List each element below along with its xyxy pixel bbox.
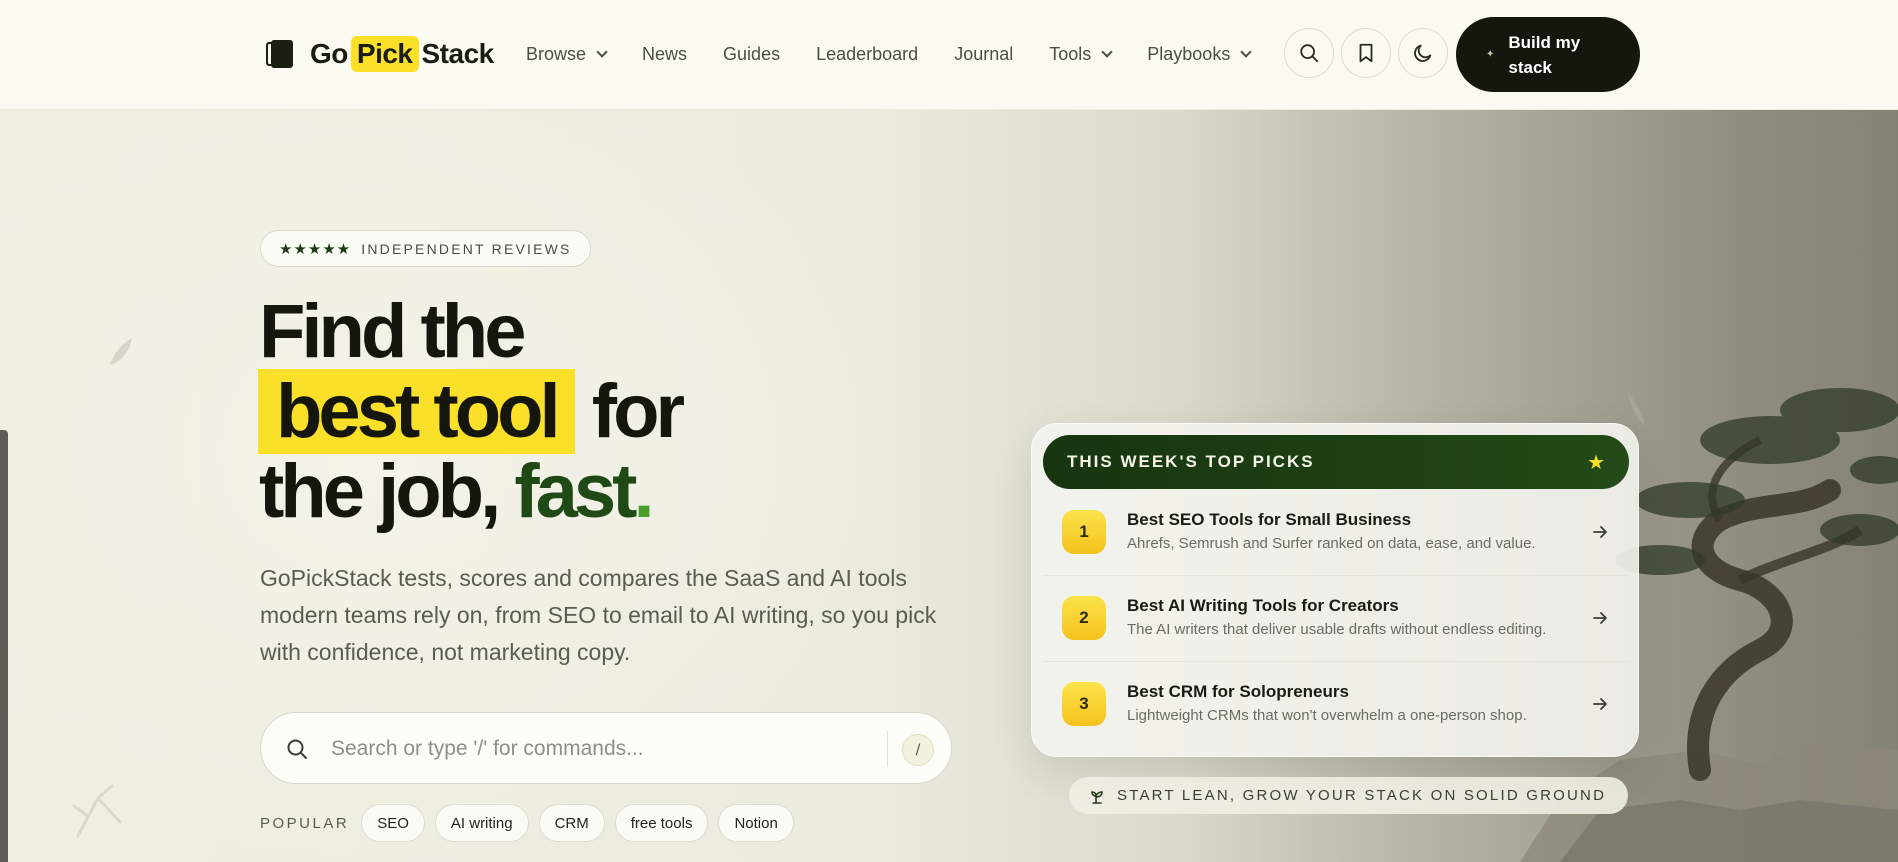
nav-news-label: News: [642, 43, 688, 64]
arrow-right-icon: [1593, 698, 1607, 710]
nav-journal[interactable]: Journal: [954, 44, 1013, 65]
hero-headline: Find the best tool for the job, fast.: [258, 289, 685, 532]
pick-description: Ahrefs, Semrush and Surfer ranked on dat…: [1127, 535, 1536, 552]
nav-guides[interactable]: Guides: [723, 44, 780, 65]
top-picks-card: THIS WEEK'S TOP PICKS ★ 1 Best SEO Tools…: [1031, 423, 1639, 757]
rank-badge: 1: [1062, 510, 1106, 554]
sprout-icon: [1091, 790, 1103, 804]
bookmark-icon: [1359, 43, 1373, 63]
moon-icon: [1414, 44, 1432, 62]
popular-tags: POPULAR SEO AI writing CRM free tools No…: [260, 804, 804, 842]
tagline-pill: START LEAN, GROW YOUR STACK ON SOLID GRO…: [1069, 777, 1629, 814]
search-icon: [1300, 44, 1319, 63]
tagline-text: START LEAN, GROW YOUR STACK ON SOLID GRO…: [1117, 787, 1607, 804]
pick-description: Lightweight CRMs that won't overwhelm a …: [1127, 707, 1527, 724]
star-icon: ★: [1587, 450, 1605, 474]
build-stack-button[interactable]: ✦ Build my stack: [1456, 17, 1640, 92]
nav-journal-label: Journal: [954, 43, 1014, 64]
arrow-right-icon: [1593, 612, 1607, 624]
logo-wordmark: Go Pick Stack: [310, 36, 494, 72]
top-pick-item-2[interactable]: 2 Best AI Writing Tools for Creators The…: [1042, 575, 1630, 661]
search-bar[interactable]: Search or type '/' for commands... /: [260, 712, 952, 784]
search-icon: [287, 739, 307, 759]
headline-dot: .: [633, 449, 654, 534]
nav-tools-label: Tools: [1049, 43, 1092, 64]
pick-title: Best AI Writing Tools for Creators: [1127, 596, 1399, 615]
slash-shortcut-key: /: [902, 734, 934, 766]
hero-lead-paragraph: GoPickStack tests, scores and compares t…: [260, 565, 937, 665]
rank-badge: 3: [1062, 682, 1106, 726]
chevron-down-icon: [596, 45, 608, 58]
arrow-right-icon: [1593, 526, 1607, 538]
logo-part-stack: Stack: [421, 38, 495, 69]
headline-line-1: Find the: [259, 289, 527, 374]
search-button[interactable]: [1284, 28, 1334, 78]
headline-line-3: the job, fast.: [259, 452, 681, 532]
headline-for: for: [591, 369, 685, 454]
star-rating-icon: ★★★★★: [279, 239, 352, 258]
left-scroll-rail[interactable]: [0, 430, 8, 862]
site-header: Go Pick Stack Browse News Guides Leaderb…: [0, 0, 1898, 110]
rank-badge: 2: [1062, 596, 1106, 640]
search-divider: [887, 731, 888, 767]
logo-part-go: Go: [310, 38, 348, 69]
tag-chip-free-tools[interactable]: free tools: [614, 804, 709, 842]
headline-fast: fast: [514, 449, 637, 534]
reviews-badge: ★★★★★ INDEPENDENT REVIEWS: [260, 230, 591, 267]
pick-description: The AI writers that deliver usable draft…: [1127, 621, 1547, 638]
nav-playbooks-label: Playbooks: [1147, 43, 1231, 64]
logo-part-pick: Pick: [350, 36, 419, 72]
bookmark-button[interactable]: [1341, 28, 1391, 78]
build-stack-label: Build my stack: [1508, 32, 1581, 77]
top-pick-item-1[interactable]: 1 Best SEO Tools for Small Business Ahre…: [1042, 489, 1630, 575]
pick-title: Best CRM for Solopreneurs: [1127, 682, 1349, 701]
popular-label: POPULAR: [260, 814, 350, 832]
nav-browse[interactable]: Browse: [526, 43, 608, 65]
headline-line-2: best tool for: [258, 369, 685, 454]
nav-leaderboard[interactable]: Leaderboard: [816, 44, 918, 65]
tag-chip-crm[interactable]: CRM: [538, 804, 605, 842]
headline-the-job: the job,: [259, 449, 501, 534]
logo-icon: [266, 40, 294, 68]
nav-browse-label: Browse: [526, 43, 587, 64]
tag-chip-ai-writing[interactable]: AI writing: [434, 804, 529, 842]
main-nav: Browse News Guides Leaderboard Journal T…: [526, 40, 1286, 68]
theme-toggle-button[interactable]: [1398, 28, 1448, 78]
nav-news[interactable]: News: [642, 44, 687, 65]
tag-chip-seo[interactable]: SEO: [361, 804, 425, 842]
top-picks-title: THIS WEEK'S TOP PICKS: [1067, 452, 1315, 471]
nav-leaderboard-label: Leaderboard: [816, 43, 919, 64]
nav-playbooks[interactable]: Playbooks: [1147, 43, 1252, 65]
chevron-down-icon: [1240, 45, 1252, 58]
pick-title: Best SEO Tools for Small Business: [1127, 510, 1412, 529]
headline-highlight: best tool: [258, 369, 575, 454]
top-pick-item-3[interactable]: 3 Best CRM for Solopreneurs Lightweight …: [1042, 661, 1630, 747]
nav-tools[interactable]: Tools: [1049, 43, 1113, 65]
tag-chip-notion[interactable]: Notion: [718, 804, 794, 842]
badge-text: INDEPENDENT REVIEWS: [361, 240, 572, 257]
search-input[interactable]: Search or type '/' for commands...: [331, 737, 644, 761]
top-picks-header: THIS WEEK'S TOP PICKS ★: [1043, 435, 1629, 489]
chevron-down-icon: [1101, 45, 1113, 58]
nav-guides-label: Guides: [723, 43, 781, 64]
sparkle-icon: ✦: [1486, 49, 1495, 60]
logo[interactable]: Go Pick Stack: [266, 34, 494, 74]
